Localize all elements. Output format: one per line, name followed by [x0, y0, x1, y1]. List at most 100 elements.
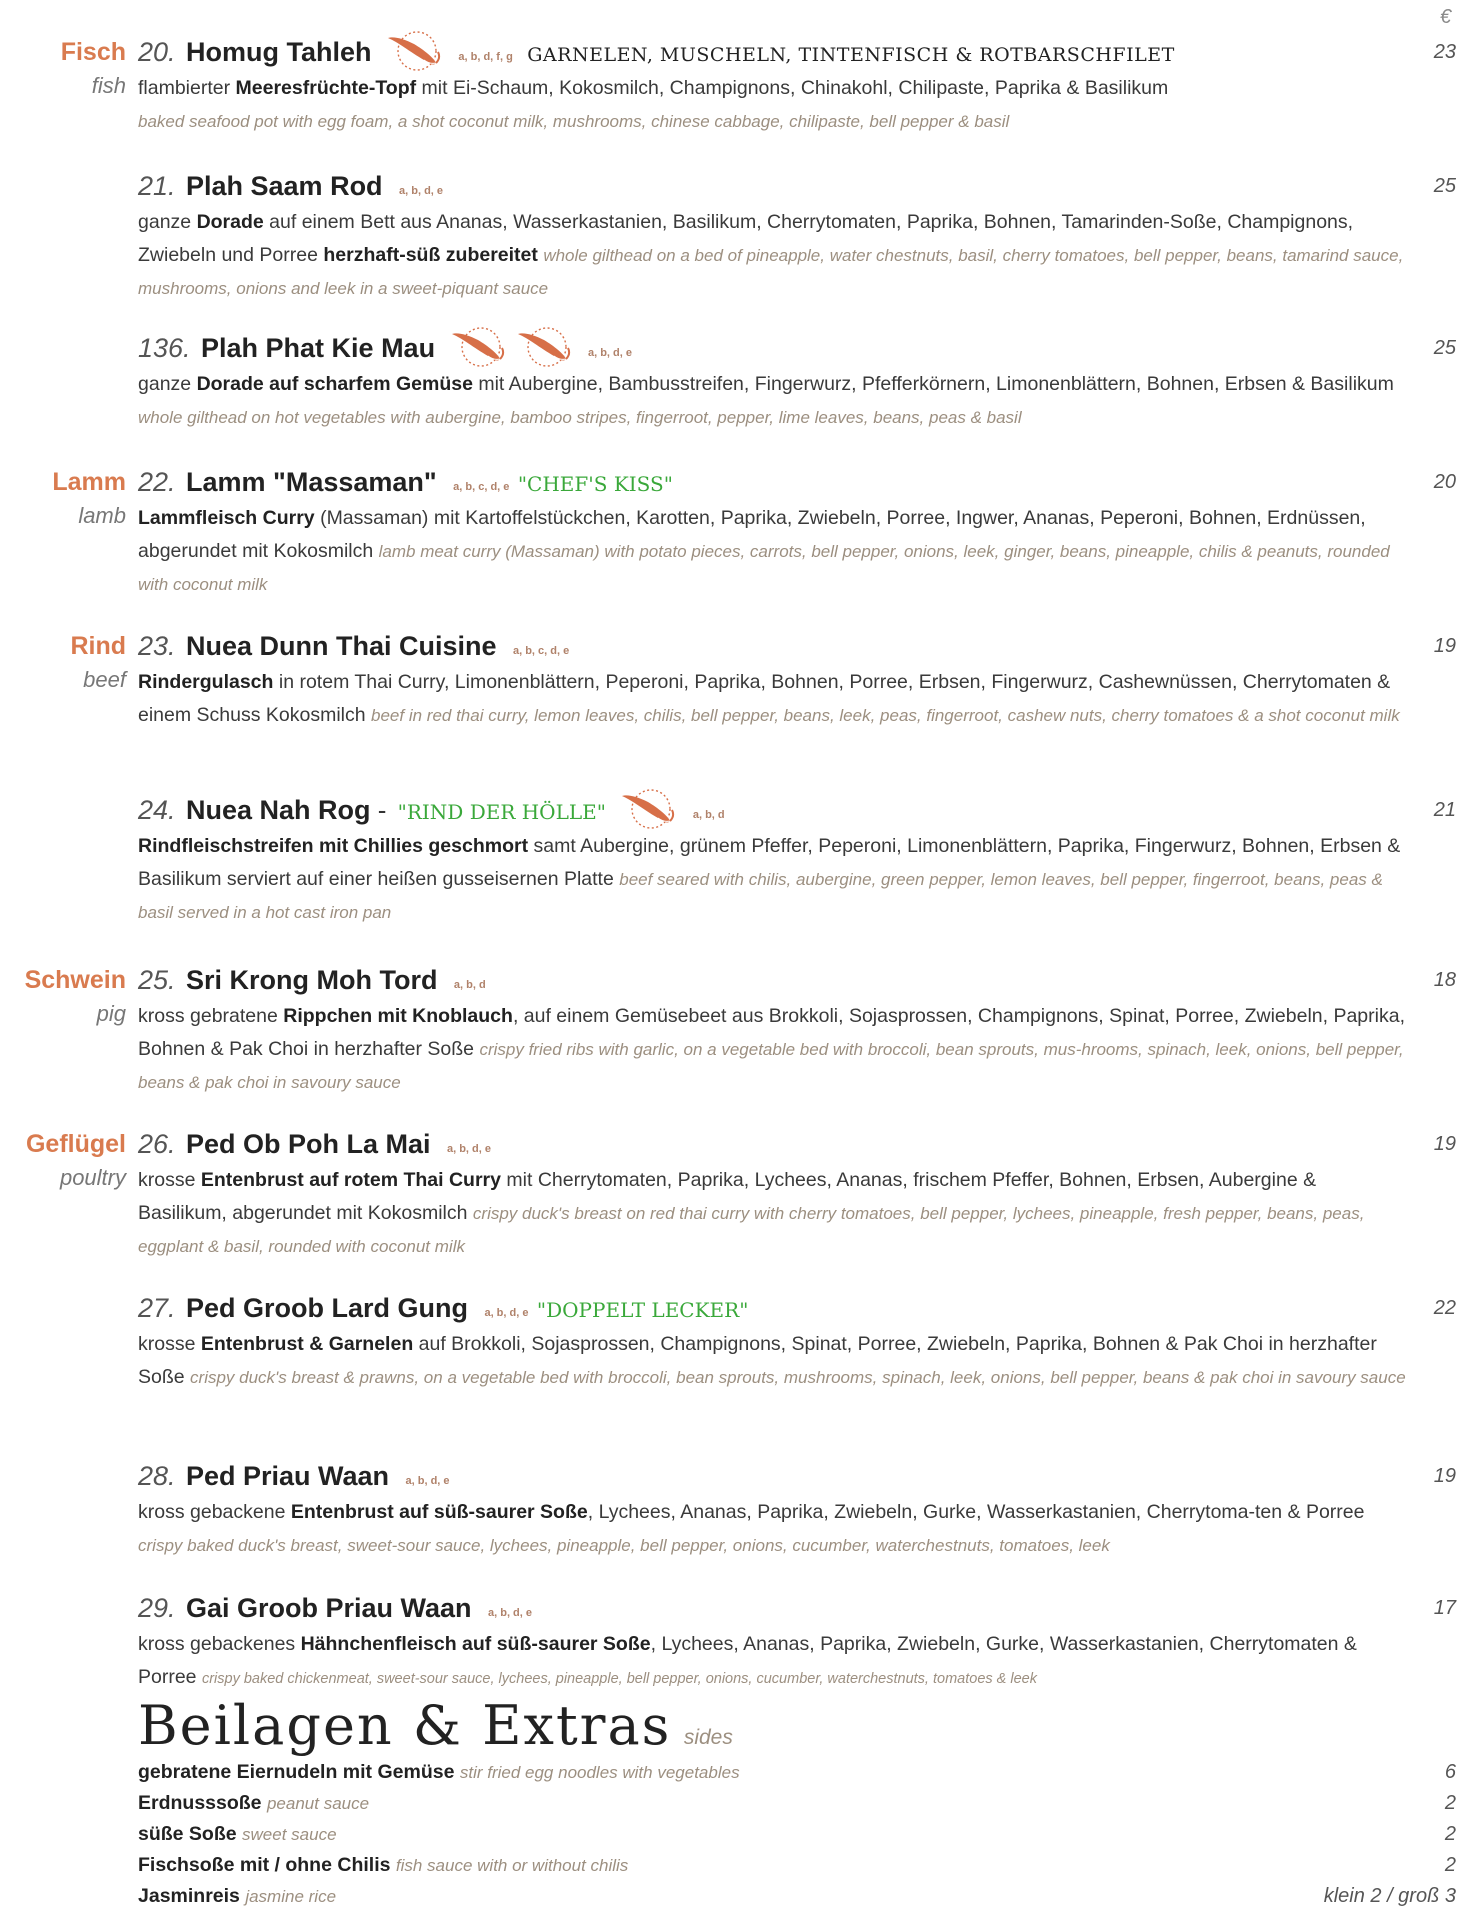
- desc-english: beef in red thai curry, lemon leaves, ch…: [371, 706, 1400, 725]
- dish-quote: "Doppelt lecker": [536, 1298, 749, 1322]
- category-label-en: lamb: [78, 503, 126, 528]
- desc-highlight: Meeresfrüchte-Topf: [235, 77, 417, 99]
- dish-description: flambierter Meeresfrüchte-Topf mit Ei-Sc…: [138, 72, 1408, 138]
- allergen-codes: a, b, d: [692, 809, 725, 821]
- allergen-codes: a, b, d, e: [446, 1142, 491, 1155]
- side-item: Jasminreis jasmine rice klein 2 / groß 3: [138, 1881, 1456, 1911]
- dish-heading: 29. Gai Groob Priau Waan a, b, d, e: [138, 1590, 532, 1626]
- currency-label: €: [1440, 6, 1452, 28]
- desc-text: mit Ei-Schaum, Kokosmilch, Champignons, …: [416, 77, 1169, 99]
- dish-number: 136.: [138, 333, 191, 364]
- chili-icon: [448, 326, 506, 372]
- category-pig: Schwein pig: [0, 962, 126, 1030]
- side-english: sweet sauce: [242, 1825, 337, 1844]
- side-price: 2: [1444, 1854, 1456, 1876]
- desc-english: whole gilthead on hot vegetables with au…: [138, 408, 1022, 427]
- desc-text: krosse: [138, 1169, 201, 1191]
- sides-subtitle: sides: [683, 1726, 733, 1749]
- desc-text: ganze: [138, 373, 197, 395]
- category-fish: Fisch fish: [0, 34, 126, 102]
- dish-number: 26.: [138, 1129, 176, 1159]
- chili-rating: [376, 31, 442, 71]
- dish-description: Rindergulasch in rotem Thai Curry, Limon…: [138, 666, 1408, 732]
- dish-title: Sri Krong Moh Tord: [186, 965, 438, 995]
- dish-description: ganze Dorade auf scharfem Gemüse mit Aub…: [138, 368, 1408, 434]
- menu-page: € Fisch fish 20. Homug Tahleh a, b, d, f…: [0, 0, 1470, 1916]
- side-price: 2: [1444, 1792, 1456, 1814]
- dish-price: 19: [1433, 635, 1456, 657]
- desc-highlight: Entenbrust & Garnelen: [200, 1333, 414, 1355]
- dish-number: 22.: [138, 467, 176, 497]
- desc-text: , Lychees, Ananas, Paprika, Zwiebeln, Gu…: [587, 1501, 1365, 1523]
- category-label: Fisch: [60, 38, 126, 66]
- side-name: süße Soße: [138, 1823, 237, 1845]
- dish-price: 17: [1433, 1597, 1456, 1619]
- dish-heading: 26. Ped Ob Poh La Mai a, b, d, e: [138, 1126, 491, 1162]
- desc-highlight: Entenbrust auf süß-saurer Soße: [290, 1501, 588, 1523]
- category-beef: Rind beef: [0, 628, 126, 696]
- desc-highlight: Rindergulasch: [138, 671, 274, 693]
- dish-price: 22: [1433, 1297, 1456, 1319]
- dish-heading: 23. Nuea Dunn Thai Cuisine a, b, c, d, e: [138, 628, 569, 664]
- side-name: Erdnusssoße: [138, 1792, 262, 1814]
- category-label-en: poultry: [59, 1165, 126, 1190]
- allergen-codes: a, b, d: [453, 978, 486, 991]
- dish-title: Plah Phat Kie Mau: [201, 333, 436, 364]
- side-item: Erdnusssoße peanut sauce 2: [138, 1788, 1456, 1818]
- dish-description: kross gebackene Entenbrust auf süß-saure…: [138, 1496, 1408, 1562]
- allergen-codes: a, b, d, e: [405, 1474, 450, 1487]
- desc-text: flambierter: [138, 77, 236, 99]
- dish-title: Ped Ob Poh La Mai: [186, 1129, 431, 1159]
- desc-english: crispy baked duck's breast, sweet-sour s…: [138, 1536, 1110, 1555]
- category-label-en: pig: [96, 1001, 126, 1026]
- desc-english: baked seafood pot with egg foam, a shot …: [138, 112, 1010, 131]
- dish-price: 19: [1433, 1465, 1456, 1487]
- side-english: stir fried egg noodles with vegetables: [459, 1763, 740, 1782]
- category-label: Lamm: [52, 468, 126, 496]
- allergen-codes: a, b, c, d, e: [453, 480, 510, 493]
- dish-price: 18: [1433, 969, 1456, 991]
- desc-text: ganze: [138, 211, 197, 233]
- dish-note: Garnelen, Muscheln, Tintenfisch & Rotbar…: [527, 44, 1175, 67]
- desc-text: krosse: [138, 1333, 201, 1355]
- desc-highlight: Entenbrust auf rotem Thai Curry: [200, 1169, 501, 1191]
- dish-description: kross gebackenes Hähnchenfleisch auf süß…: [138, 1628, 1408, 1696]
- side-price: 2: [1444, 1823, 1456, 1845]
- side-english: fish sauce with or without chilis: [395, 1856, 629, 1875]
- category-label-en: beef: [83, 667, 126, 692]
- dish-heading: 28. Ped Priau Waan a, b, d, e: [138, 1458, 450, 1494]
- desc-highlight: Rippchen mit Knoblauch: [283, 1005, 513, 1027]
- category-label: Schwein: [24, 966, 126, 994]
- side-price: klein 2 / groß 3: [1323, 1885, 1456, 1907]
- allergen-codes: a, b, d, e: [399, 184, 444, 197]
- allergen-codes: a, b, d, f, g: [458, 51, 513, 63]
- dish-heading: 136. Plah Phat Kie Mau a, b, d, e: [138, 327, 632, 367]
- dish-title: Nuea Nah Rog: [186, 795, 371, 826]
- category-label-en: fish: [91, 73, 126, 98]
- dish-description: krosse Entenbrust & Garnelen auf Brokkol…: [138, 1328, 1408, 1394]
- dish-quote: "Chef's Kiss": [517, 472, 673, 496]
- category-poultry: Geflügel poultry: [0, 1126, 126, 1194]
- dish-number: 23.: [138, 631, 176, 661]
- dish-description: krosse Entenbrust auf rotem Thai Curry m…: [138, 1164, 1408, 1263]
- chili-icon: [514, 326, 572, 372]
- side-item: Fischsoße mit / ohne Chilis fish sauce w…: [138, 1850, 1456, 1880]
- dish-number: 29.: [138, 1593, 176, 1623]
- dish-number: 27.: [138, 1293, 176, 1323]
- desc-text: kross gebackene: [138, 1501, 291, 1523]
- dish-title: Ped Groob Lard Gung: [186, 1293, 468, 1323]
- dish-price: 20: [1433, 471, 1456, 493]
- category-label: Geflügel: [25, 1130, 126, 1158]
- side-price: 6: [1444, 1761, 1456, 1783]
- dish-price: 25: [1433, 175, 1456, 197]
- chili-rating: [610, 789, 676, 829]
- dish-heading: 27. Ped Groob Lard Gung a, b, d, e "Dopp…: [138, 1290, 748, 1326]
- desc-english: crispy baked chickenmeat, sweet-sour sau…: [201, 1671, 1037, 1687]
- dish-title: Plah Saam Rod: [186, 171, 383, 201]
- side-item: süße Soße sweet sauce 2: [138, 1819, 1456, 1849]
- dish-number: 25.: [138, 965, 176, 995]
- side-name: gebratene Eiernudeln mit Gemüse: [138, 1761, 455, 1783]
- dish-heading: 24. Nuea Nah Rog - "Rind der Hölle" a, b…: [138, 789, 725, 829]
- chili-icon: [384, 30, 442, 76]
- chili-icon: [618, 788, 676, 834]
